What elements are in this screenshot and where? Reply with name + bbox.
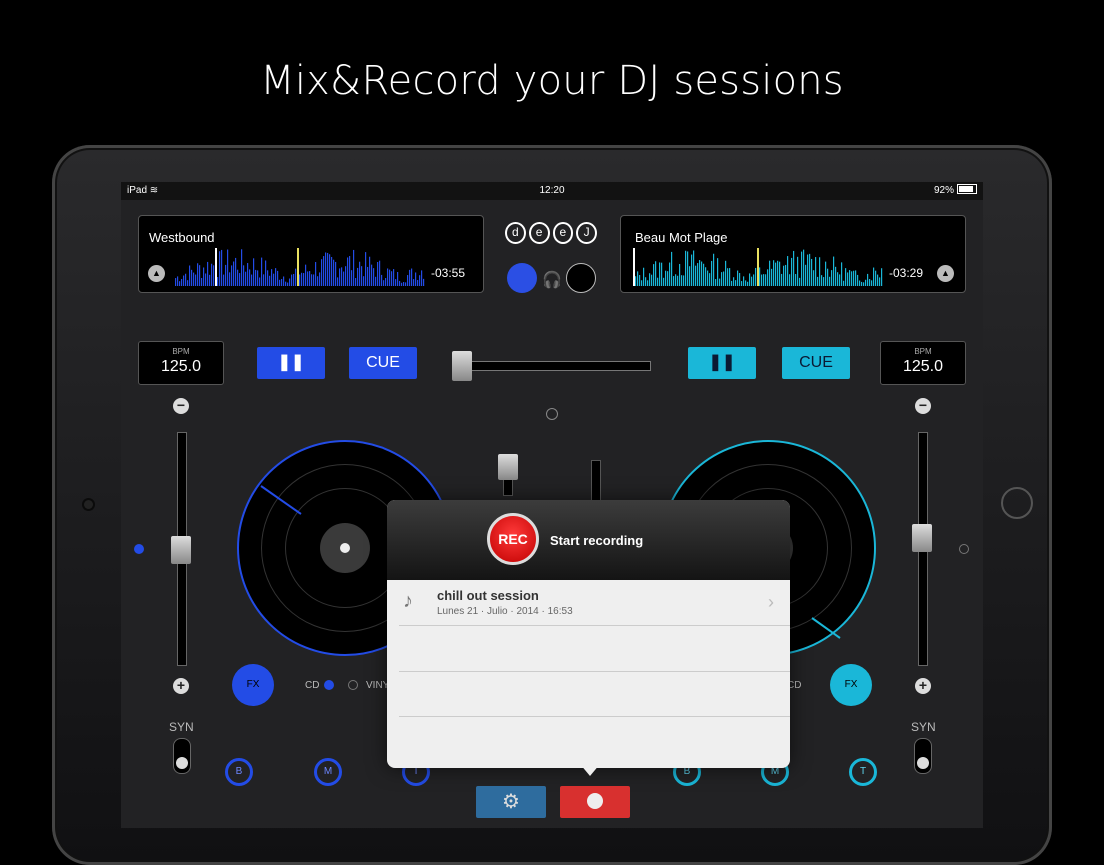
headphones-icon: 🎧 (542, 272, 562, 289)
headphone-cue-a-button[interactable] (507, 263, 537, 293)
crossfader-track[interactable] (453, 361, 651, 371)
settings-button[interactable]: ⚙ (476, 786, 546, 818)
record-icon (587, 793, 603, 809)
deck-b-waveform[interactable] (633, 246, 883, 286)
logo-letter: J (576, 222, 597, 244)
recording-popover: REC Start recording ♪ chill out session … (387, 500, 790, 768)
crossfader-reset[interactable] (546, 408, 558, 420)
deck-b-cue-button[interactable]: CUE (782, 347, 850, 379)
deck-b-bpm[interactable]: BPM 125.0 (880, 341, 966, 385)
deck-b-track-name: Beau Mot Plage (635, 230, 728, 245)
deck-a-track-panel[interactable]: Westbound ▲ -03:55 (138, 215, 484, 293)
pause-icon: ❚❚ (277, 354, 305, 371)
headphone-cue-b-button[interactable] (566, 263, 596, 293)
deck-a-eq-mid-knob[interactable]: M (314, 758, 342, 786)
deck-a-pause-button[interactable]: ❚❚ (257, 347, 325, 379)
eject-icon[interactable]: ▲ (937, 265, 954, 282)
deck-b-sync-toggle[interactable] (914, 738, 932, 774)
bpm-label: BPM (914, 347, 932, 356)
record-button[interactable]: REC (487, 513, 539, 565)
status-time: 12:20 (539, 185, 565, 196)
battery-icon (957, 184, 977, 194)
headline: Mix&Record your DJ sessions (260, 58, 844, 104)
channel-a-fader-handle[interactable] (498, 454, 518, 480)
list-item[interactable]: ♪ chill out session Lunes 21 · Julio · 2… (399, 580, 790, 626)
chevron-right-icon[interactable]: › (768, 592, 774, 613)
deck-a-pitch-indicator (134, 544, 144, 554)
list-item (399, 716, 790, 761)
deck-a-eq-bass-knob[interactable]: B (225, 758, 253, 786)
ipad-home-button (1001, 487, 1033, 519)
bpm-label: BPM (172, 347, 190, 356)
list-item (399, 671, 790, 717)
deck-a-track-name: Westbound (149, 230, 215, 245)
logo-letter: e (552, 222, 574, 244)
logo-letter: e (528, 222, 550, 244)
bpm-value: 125.0 (902, 358, 944, 375)
deck-a-vinyl-radio[interactable] (348, 680, 358, 690)
deck-a-cue-button[interactable]: CUE (349, 347, 417, 379)
deck-a-pitch-handle[interactable] (171, 536, 191, 564)
deck-a-sync-toggle[interactable] (173, 738, 191, 774)
deck-b-fx-button[interactable]: FX (830, 664, 872, 706)
popover-arrow (580, 764, 600, 776)
status-bar: iPad ≋ 12:20 92% (121, 182, 983, 200)
channel-b-fader[interactable] (591, 460, 601, 502)
deck-a-fx-button[interactable]: FX (232, 664, 274, 706)
deck-b-pitch-plus-button[interactable]: + (915, 678, 931, 694)
deck-a-cd-label: CD (305, 680, 320, 691)
deck-a-bpm[interactable]: BPM 125.0 (138, 341, 224, 385)
deck-a-pitch-plus-button[interactable]: + (173, 678, 189, 694)
music-note-icon: ♪ (403, 590, 413, 612)
bpm-value: 125.0 (160, 358, 202, 375)
eject-icon[interactable]: ▲ (148, 265, 165, 282)
deck-b-pitch-minus-button[interactable]: − (915, 398, 931, 414)
deck-a-sync-label: SYN (169, 720, 194, 734)
pause-icon: ❚❚ (708, 354, 736, 371)
deej-logo: d e e J (505, 222, 597, 246)
crossfader-handle[interactable] (452, 351, 472, 381)
status-battery: 92% (934, 182, 977, 200)
session-title: chill out session (437, 588, 539, 603)
start-recording-label[interactable]: Start recording (550, 533, 643, 548)
session-date: Lunes 21 · Julio · 2014 · 16:53 (437, 606, 573, 617)
deck-a-waveform[interactable] (175, 246, 425, 286)
ipad-camera (84, 500, 93, 509)
list-item (399, 626, 790, 672)
deck-b-track-panel[interactable]: Beau Mot Plage -03:29 ▲ (620, 215, 966, 293)
deck-a-pitch-minus-button[interactable]: − (173, 398, 189, 414)
deck-b-remaining: -03:29 (889, 266, 924, 280)
recording-popover-header: REC Start recording (387, 500, 790, 580)
deck-b-pitch-indicator (959, 544, 969, 554)
record-toggle-button[interactable] (560, 786, 630, 818)
deck-a-remaining: -03:55 (431, 266, 466, 280)
deck-a-cd-radio[interactable] (324, 680, 334, 690)
deck-b-pitch-handle[interactable] (912, 524, 932, 552)
gear-icon: ⚙ (502, 791, 520, 813)
logo-letter: d (505, 222, 526, 244)
deck-b-sync-label: SYN (911, 720, 936, 734)
deck-b-pause-button[interactable]: ❚❚ (688, 347, 756, 379)
deck-b-eq-treble-knob[interactable]: T (849, 758, 877, 786)
